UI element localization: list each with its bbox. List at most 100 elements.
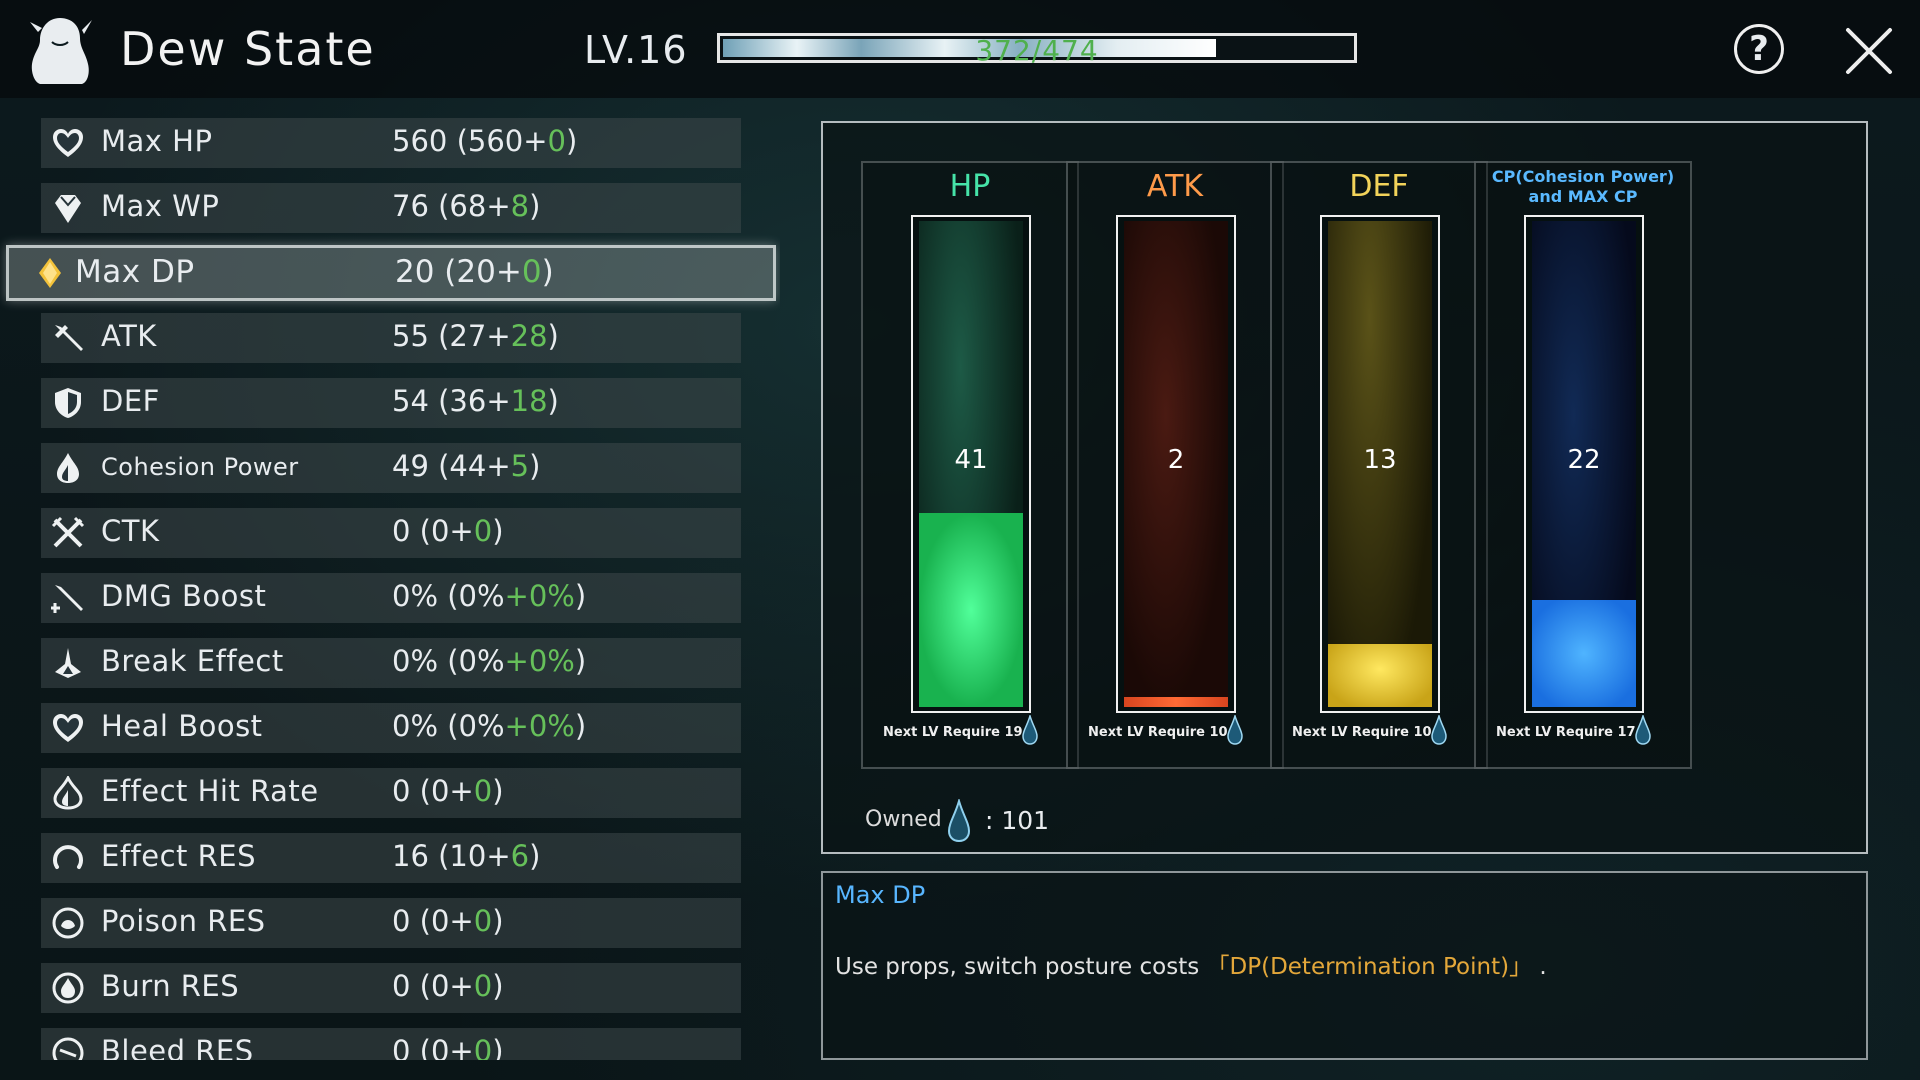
description-highlight: 「DP(Determination Point)」 [1206,954,1533,980]
stat-row[interactable]: Effect RES 16 (10+6) [41,833,741,883]
question-icon: ? [1749,29,1769,69]
stat-row[interactable]: Bleed RES 0 (0+0) [41,1028,741,1060]
tube-fill [1328,644,1432,707]
dew-drop-icon [1227,715,1243,745]
character-silhouette-icon [30,18,92,84]
tube-fill [1124,697,1228,707]
stat-bonus: 0 [521,254,542,290]
stat-column-hp[interactable]: HP 41 Next LV Require 19 [861,161,1079,769]
stat-bonus: +0% [504,644,575,678]
column-header: HP [949,169,991,204]
sword-icon [55,325,83,351]
stat-name: Burn RES [101,969,240,1003]
stat-value: 0 (0+0) [392,774,504,808]
stat-tube[interactable]: 13 [1320,215,1440,713]
stat-row[interactable]: Break Effect 0% (0%+0%) [41,638,741,688]
stat-name: ATK [101,319,157,353]
stat-row[interactable]: Heal Boost 0% (0%+0%) [41,703,741,753]
description-panel: Max DP Use props, switch posture costs 「… [821,871,1868,1060]
stat-bonus: 28 [510,319,548,353]
poison-icon [52,907,84,939]
stat-name: Poison RES [101,904,266,938]
dew-drop-icon [1022,715,1038,745]
crossed-swords-icon [51,516,85,548]
stat-name: Max DP [75,254,195,290]
exp-bar: 372/474 [717,33,1357,67]
stat-bonus: 0 [473,904,493,938]
help-button[interactable]: ? [1734,24,1784,74]
stat-name: Cohesion Power [101,453,299,481]
stat-suffix: ) [574,644,587,678]
top-bar: Dew State LV.16 372/474 ? [0,0,1920,98]
stat-row[interactable]: Effect Hit Rate 0 (0+0) [41,768,741,818]
shield-icon [55,388,81,418]
stat-name: Max WP [101,189,220,223]
stat-row[interactable]: DMG Boost 0% (0%+0%) [41,573,741,623]
stat-base: 0 (0+ [392,969,474,1003]
stat-name: Heal Boost [101,709,263,743]
column-header: CP(Cohesion Power) and MAX CP [1491,167,1675,206]
stat-value: 560 (560+0) [392,124,577,158]
stat-suffix: ) [529,449,541,483]
stat-column-atk[interactable]: ATK 2 Next LV Require 10 [1066,161,1284,769]
stat-row[interactable]: Max WP 76 (68+8) [41,183,741,233]
stat-value: 54 (36+18) [392,384,559,418]
stat-bonus: 8 [510,189,530,223]
ring-icon [53,845,83,869]
owned-label: Owned [865,807,942,832]
stat-bonus: 5 [510,449,530,483]
stat-bonus: 0 [473,969,493,1003]
description-tail: . [1532,954,1547,980]
stat-value: 76 (68+8) [392,189,540,223]
stat-bonus: 0 [473,514,493,548]
gem-icon [55,195,81,223]
stat-tube[interactable]: 41 [911,215,1031,713]
stat-name: DMG Boost [101,579,267,613]
stat-row[interactable]: ATK 55 (27+28) [41,313,741,363]
stat-base: 76 (68+ [392,189,511,223]
stat-tube[interactable]: 22 [1524,215,1644,713]
dew-drop-icon [1635,715,1651,745]
stat-row[interactable]: Max DP 20 (20+0) [6,245,776,301]
dew-drop-icon [1431,715,1447,745]
hit-icon [53,776,83,810]
stat-base: 49 (44+ [392,449,511,483]
stat-name: Effect RES [101,839,256,873]
stat-bonus: +0% [504,579,575,613]
description-title: Max DP [835,881,926,909]
stat-bonus: 0 [473,774,493,808]
tube-value: 41 [954,445,988,475]
stat-tube[interactable]: 2 [1116,215,1236,713]
stat-suffix: ) [566,124,578,158]
stat-suffix: ) [492,514,504,548]
stat-row[interactable]: DEF 54 (36+18) [41,378,741,428]
stat-name: Break Effect [101,644,284,678]
exp-text: 372/474 [975,34,1099,67]
stat-value: 0% (0%+0%) [392,709,586,743]
stat-bonus: 0 [547,124,566,158]
stat-column-def[interactable]: DEF 13 Next LV Require 10 [1270,161,1488,769]
stat-suffix: ) [541,254,554,290]
owned-value: : 101 [985,806,1050,835]
close-button[interactable] [1842,24,1896,78]
stat-row[interactable]: Cohesion Power 49 (44+5) [41,443,741,493]
stat-row[interactable]: Burn RES 0 (0+0) [41,963,741,1013]
description-body: Use props, switch posture costs [835,954,1207,980]
next-level-requirement: Next LV Require 10 [1088,725,1228,740]
stat-base: 20 (20+ [395,254,522,290]
stat-row[interactable]: Poison RES 0 (0+0) [41,898,741,948]
stat-base: 16 (10+ [392,839,511,873]
stat-list[interactable]: Max HP 560 (560+0) Max WP 76 (68+8) Max DP 20… [0,118,780,1060]
tube-value: 22 [1567,445,1601,475]
stat-name: Bleed RES [101,1034,254,1060]
stat-name: Effect Hit Rate [101,774,319,808]
stat-base: 0% (0% [392,644,505,678]
stat-value: 0 (0+0) [392,514,504,548]
stat-value: 20 (20+0) [395,254,554,290]
stat-row[interactable]: Max HP 560 (560+0) [41,118,741,168]
column-header: DEF [1349,169,1409,204]
stat-name: DEF [101,384,160,418]
stat-base: 0 (0+ [392,514,474,548]
stat-column-cp[interactable]: CP(Cohesion Power) and MAX CP 22 Next LV R… [1474,161,1692,769]
stat-row[interactable]: CTK 0 (0+0) [41,508,741,558]
